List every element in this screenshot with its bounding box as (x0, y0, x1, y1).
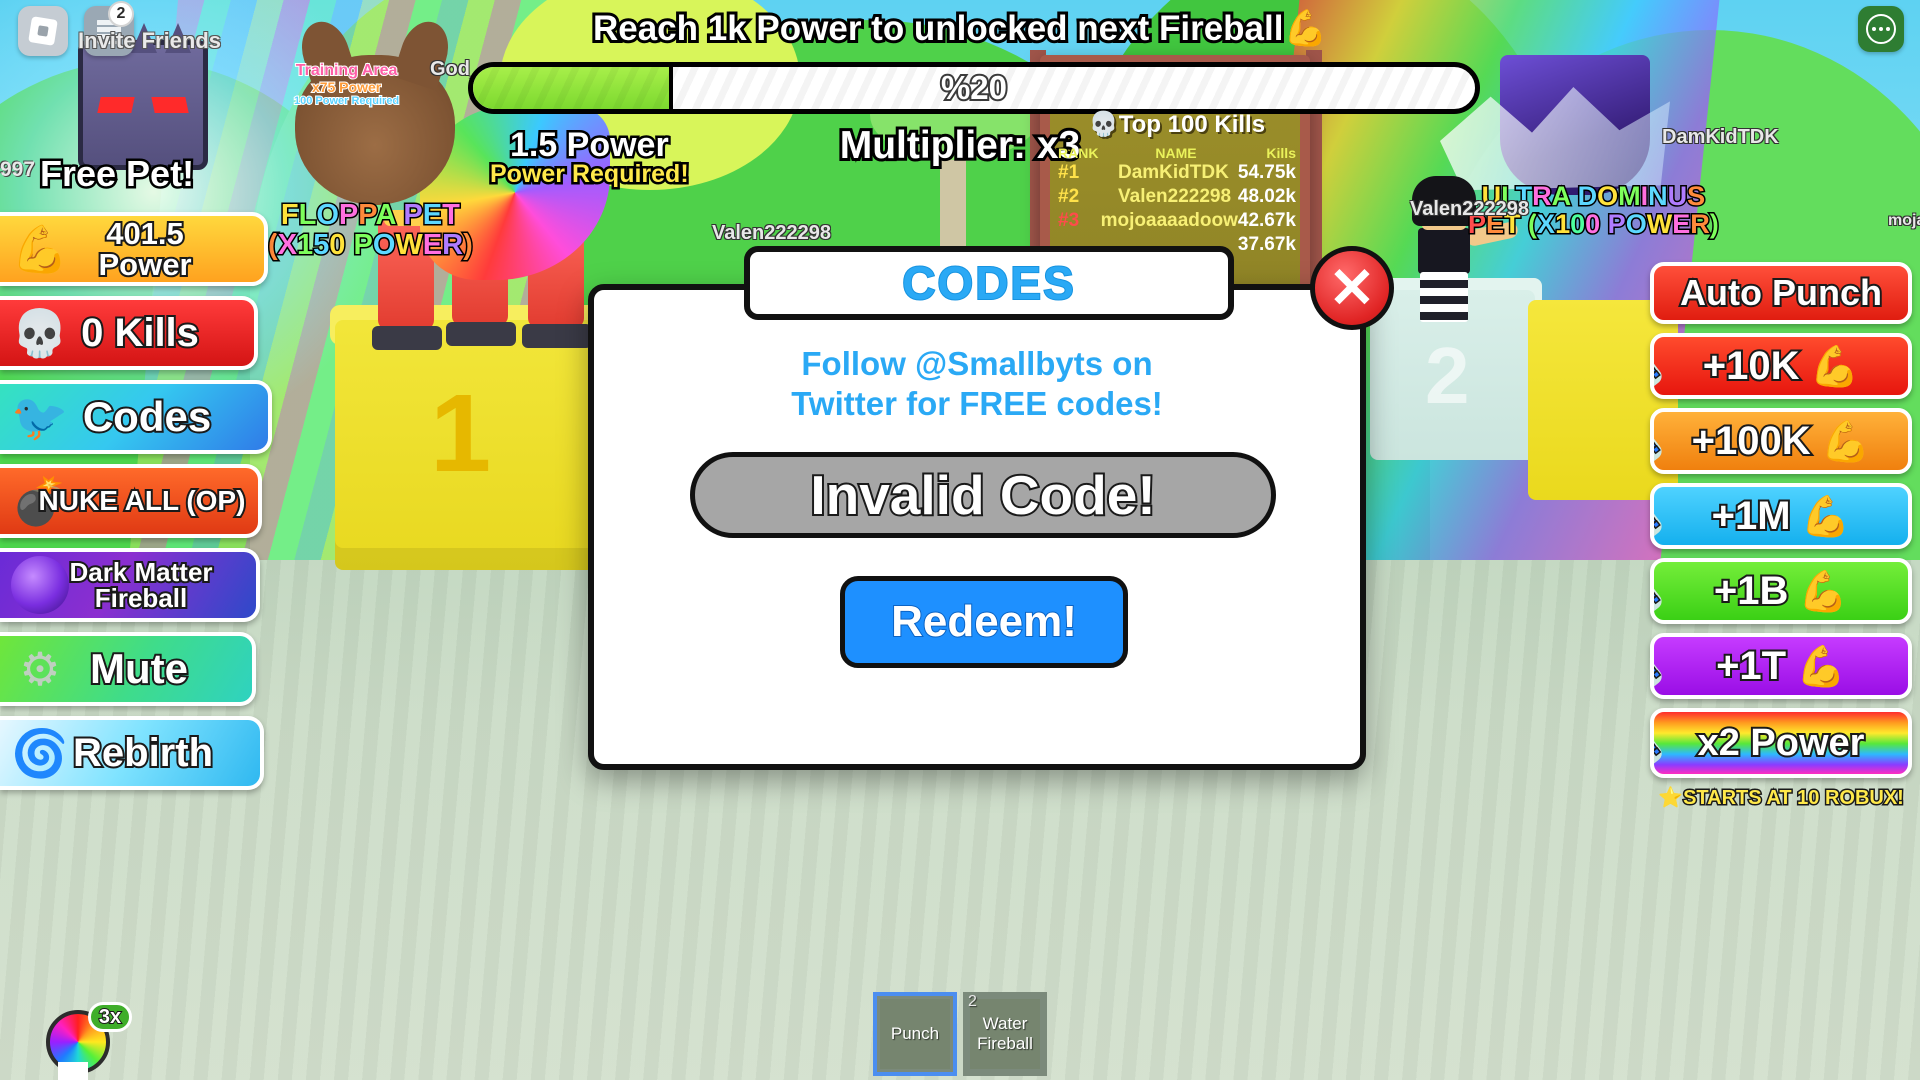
row-kills: 42.67k (1237, 210, 1296, 231)
discount-badge: 99.9% OFF! (1654, 729, 1666, 774)
buy-1t-power-button[interactable]: 99.9% OFF! +1T 💪 (1650, 633, 1912, 699)
auto-punch-button[interactable]: Auto Punch (1650, 262, 1912, 324)
buy-1b-power-button[interactable]: 99% OFF! +1B 💪 (1650, 558, 1912, 624)
row-kills: 48.02k (1237, 186, 1296, 207)
codes-dialog-title: CODES (901, 256, 1076, 310)
leaderboard-row: #1 DamKidTDK 54.75k (1052, 161, 1302, 185)
multiplier-text: Multiplier: x3 (837, 121, 1084, 170)
nuke-all-label: NUKE ALL (OP) (37, 485, 248, 517)
leaderboard-header-row: RANK NAME Kills (1052, 145, 1302, 161)
discount-badge: 79% OFF! (1654, 352, 1666, 395)
leaderboard-row: #2 Valen222298 48.02k (1052, 185, 1302, 209)
player-legs (1420, 272, 1468, 322)
player-nametag: Valen222298 (712, 222, 831, 244)
row-name: Valen222298 (1118, 186, 1232, 207)
auto-punch-label: Auto Punch (1678, 272, 1884, 313)
muscle-icon: 💪 (1800, 494, 1851, 539)
hotbar-slot-water-fireball[interactable]: 2 Water Fireball (963, 992, 1047, 1076)
player-nametag: moja (1888, 212, 1920, 229)
hotbar-slot-water-fireball-label: Water Fireball (970, 999, 1040, 1069)
left-button-panel: 💪 401.5 Power 💀 0 Kills 🐦 Codes 💣 NUKE AL… (0, 212, 276, 800)
training-area-sign: Training Area x75 Power 100 Power Requir… (293, 61, 400, 108)
mute-label: Mute (88, 645, 190, 692)
close-x-icon[interactable]: ✕ (1310, 246, 1394, 330)
rebirth-label: Rebirth (71, 731, 215, 775)
power-stat-label: 401.5 Power (96, 216, 193, 282)
buy-x2-label: x2 Power (1696, 722, 1867, 764)
top-kills-leaderboard: 💀Top 100 Kills RANK NAME Kills #1 DamKid… (1052, 110, 1302, 257)
emote-wheel-stem (58, 1062, 88, 1080)
code-input-field[interactable]: Invalid Code! (690, 452, 1276, 538)
discount-badge: 99% OFF! (1654, 577, 1666, 620)
dark-matter-fireball-button[interactable]: Dark Matter Fireball (0, 548, 260, 622)
player-torso (1418, 228, 1470, 274)
progress-bar-label: %20 (939, 67, 1009, 108)
muscle-icon: 💪 (1796, 644, 1846, 689)
codes-title-plate: CODES (744, 246, 1234, 320)
power-stat-button[interactable]: 💪 401.5 Power (0, 212, 268, 286)
discount-badge: 99% OFF! (1654, 502, 1666, 545)
buy-10k-power-button[interactable]: 79% OFF! +10K 💪 (1650, 333, 1912, 399)
row-rank: #1 (1058, 162, 1080, 183)
hotbar-slot-punch[interactable]: Punch (873, 992, 957, 1076)
leaderboard-col-rank: RANK (1058, 145, 1099, 161)
nuke-all-button[interactable]: 💣 NUKE ALL (OP) (0, 464, 262, 538)
emote-wheel-multiplier-badge: 3x (88, 1002, 132, 1032)
robux-starting-price-note: ⭐STARTS AT 10 ROBUX! (1657, 786, 1906, 811)
row-kills: 37.67k (1237, 234, 1296, 255)
buy-x2-power-button[interactable]: 99.9% OFF! x2 Power (1650, 708, 1912, 778)
power-progress-bar: %20 (468, 62, 1480, 114)
buy-1m-power-button[interactable]: 99% OFF! +1M 💪 (1650, 483, 1912, 549)
discount-badge: 99.9% OFF! (1654, 652, 1666, 695)
codes-button[interactable]: 🐦 Codes (0, 380, 272, 454)
podium-2-number: 2 (1425, 331, 1470, 420)
ability-hotbar: Punch 2 Water Fireball (873, 992, 1047, 1076)
codes-dialog-subtitle: Follow @Smallbyts on Twitter for FREE cod… (791, 345, 1163, 423)
punching-bag-base (522, 324, 592, 348)
buy-10k-label: +10K (1701, 344, 1802, 388)
shop-button-panel: Auto Punch 79% OFF! +10K 💪 89% OFF! +100… (1650, 262, 1912, 811)
muscle-icon: 💪 (1809, 344, 1860, 389)
muscle-icon: 💪 (1798, 569, 1849, 614)
floppa-pet-label: FLOPPA PET (X150 POWER) (267, 198, 475, 262)
punching-bag-base (446, 322, 516, 346)
dark-matter-label: Dark Matter Fireball (67, 557, 214, 613)
leaderboard-row: #3 mojoaaaadoow 42.67k (1052, 209, 1302, 233)
buy-100k-power-button[interactable]: 89% OFF! +100K 💪 (1650, 408, 1912, 474)
emote-wheel-widget[interactable]: 3x (46, 1002, 132, 1080)
muscle-icon: 💪 (1820, 419, 1871, 464)
buy-1t-label: +1T (1714, 644, 1788, 688)
punching-bag-base (372, 326, 442, 350)
buy-1b-label: +1B (1712, 569, 1790, 613)
kills-stat-label: 0 Kills (79, 311, 201, 355)
training-line-3: 100 Power Required (293, 94, 400, 108)
rebirth-button[interactable]: 🌀 Rebirth (0, 716, 264, 790)
row-kills: 54.75k (1237, 162, 1296, 183)
row-rank: #2 (1058, 186, 1080, 207)
buy-1m-label: +1M (1710, 494, 1793, 538)
training-line-2: x75 Power (311, 78, 382, 96)
discount-badge: 89% OFF! (1654, 427, 1666, 470)
leaderboard-col-kills: Kills (1266, 145, 1296, 161)
kills-stat-button[interactable]: 💀 0 Kills (0, 296, 258, 370)
row-name: mojoaaaadoow (1100, 210, 1238, 231)
row-name: DamKidTDK (1118, 162, 1229, 183)
hotbar-slot-punch-label: Punch (880, 999, 950, 1069)
player-nametag: Valen222298 (1410, 198, 1529, 220)
leaderboard-col-name: NAME (1155, 145, 1197, 161)
training-line-1: Training Area (295, 61, 399, 80)
podium-1-number: 1 (430, 372, 492, 495)
row-rank: #3 (1058, 210, 1080, 231)
codes-dialog: CODES ✕ Follow @Smallbyts on Twitter for … (588, 246, 1394, 770)
hotbar-slot-number: 2 (968, 993, 977, 1010)
mute-button[interactable]: ⚙ Mute (0, 632, 256, 706)
codes-button-label: Codes (81, 393, 213, 440)
buy-100k-label: +100K (1690, 419, 1813, 463)
muscle-icon: 💪 (11, 223, 69, 275)
redeem-button[interactable]: Redeem! (840, 576, 1128, 668)
quest-objective-text: Reach 1k Power to unlocked next Fireball… (590, 6, 1330, 51)
leaderboard-title: 💀Top 100 Kills (1088, 111, 1266, 138)
